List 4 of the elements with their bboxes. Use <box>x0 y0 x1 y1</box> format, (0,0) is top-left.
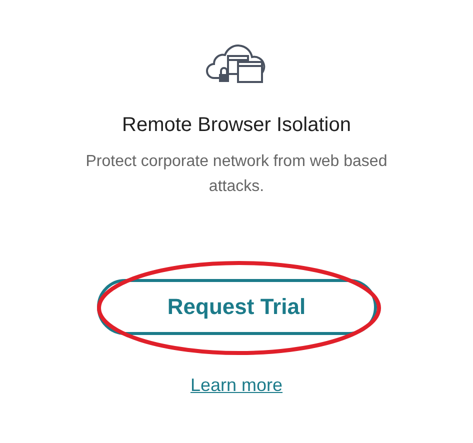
learn-more-link[interactable]: Learn more <box>190 375 283 396</box>
card-title: Remote Browser Isolation <box>122 114 351 137</box>
request-trial-button[interactable]: Request Trial <box>96 279 376 335</box>
card-description: Protect corporate network from web based attacks. <box>84 152 388 197</box>
